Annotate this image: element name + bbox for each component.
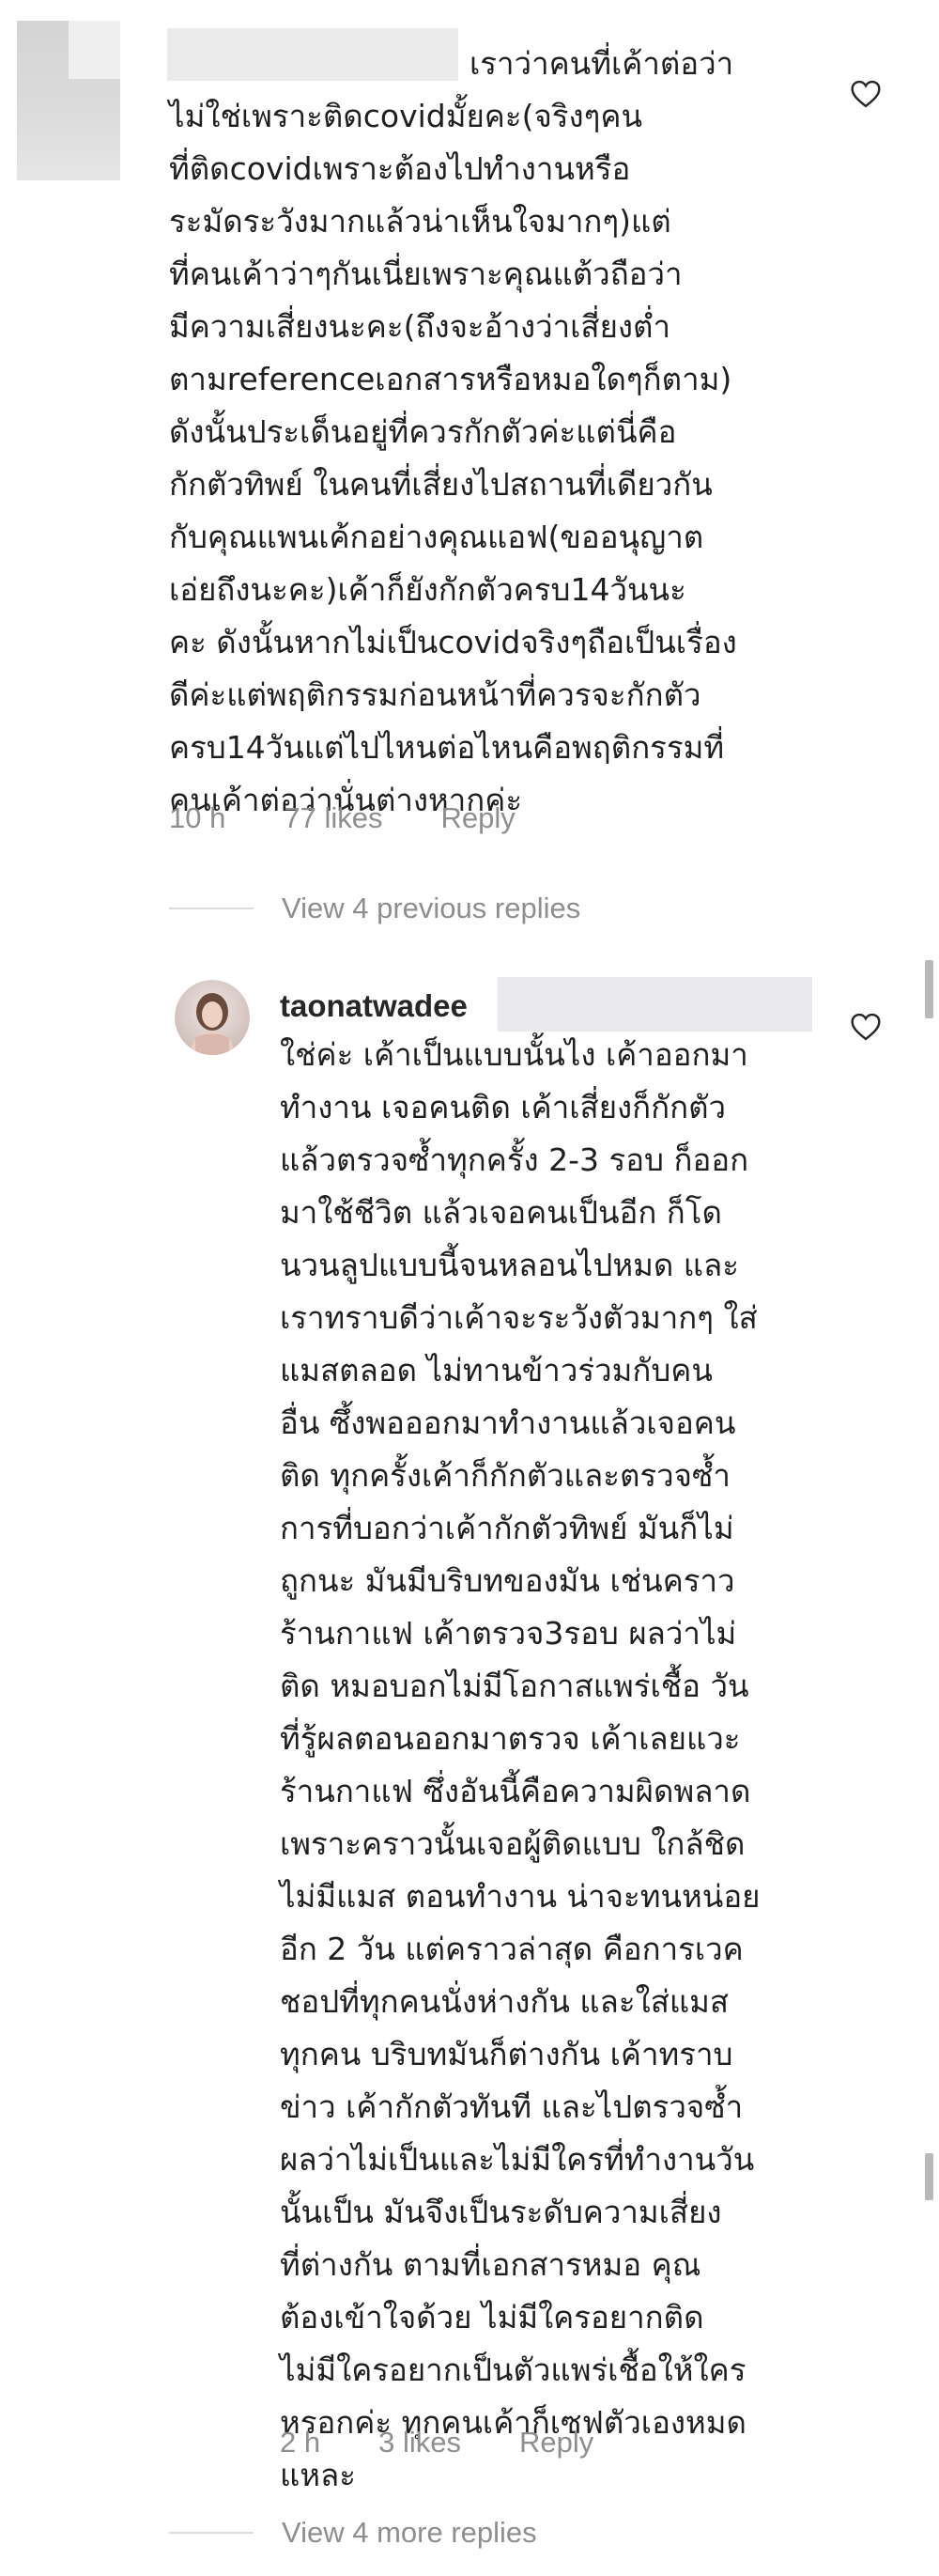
view-previous-replies-button[interactable]: View 4 previous replies bbox=[169, 892, 580, 925]
comment-line: กับคุณแพนเค้กอย่างคุณแอฟ(ขออนุญาต bbox=[169, 519, 704, 555]
divider-line bbox=[169, 908, 254, 909]
view-previous-replies-label: View 4 previous replies bbox=[282, 892, 581, 924]
comment-line: ถูกนะ มันมีบริบทของมัน เช่นคราว bbox=[280, 1562, 735, 1599]
comment-line: ร้านกาแฟ เค้าตรวจ3รอบ ผลว่าไม่ bbox=[280, 1615, 737, 1652]
comment-2-likes[interactable]: 3 likes bbox=[378, 2426, 461, 2460]
comment-line: ที่คนเค้าว่าๆกันเนี่ยเพราะคุณแต้วถือว่า bbox=[169, 256, 683, 292]
comment-line: ระมัดระวังมากแล้วน่าเห็นใจมากๆ)แต่ bbox=[169, 203, 671, 240]
comment-line: ทำงาน เจอคนติด เค้าเสี่ยงก็กักตัว bbox=[280, 1089, 727, 1125]
divider-line bbox=[169, 2532, 254, 2534]
comment-line: อื่น ซึ้งพอออกมาทำงานแล้วเจอคน bbox=[280, 1404, 736, 1441]
comment-1-likes[interactable]: 77 likes bbox=[284, 801, 382, 835]
comment-1-reply-button[interactable]: Reply bbox=[440, 801, 515, 835]
view-more-replies-label: View 4 more replies bbox=[282, 2516, 537, 2549]
comment-line: ที่ต่างกัน ตามที่เอกสารหมอ คุณ bbox=[280, 2246, 701, 2283]
scrollbar-thumb[interactable] bbox=[925, 960, 933, 1018]
comment-line: การที่บอกว่าเค้ากักตัวทิพย์ มันก็ไม่ bbox=[280, 1510, 734, 1546]
view-more-replies-button[interactable]: View 4 more replies bbox=[169, 2516, 537, 2550]
comment-line: ดังนั้นประเด็นอยู่ที่ควรกักตัวค่ะแต่นี่ค… bbox=[169, 413, 677, 450]
comment-line: มาใช้ชีวิต แล้วเจอคนเป็นอีก ก็โด bbox=[280, 1194, 722, 1231]
comment-line: แล้วตรวจซ้ำทุกครั้ง 2-3 รอบ ก็ออก bbox=[280, 1141, 749, 1178]
username-suffix-redacted bbox=[498, 977, 812, 1032]
comment-line: แมสตลอด ไม่ทานข้าวร่วมกับคน bbox=[280, 1352, 713, 1389]
comment-line: ข่าว เค้ากักตัวทันที และไปตรวจซ้ำ bbox=[280, 2088, 744, 2125]
comment-line: เราว่าคนที่เค้าต่อว่า bbox=[470, 45, 734, 82]
comment-line: นวนลูปแบบนี้จนหลอนไปหมด และ bbox=[280, 1247, 739, 1283]
comment-line: ไม่ใช่เพราะติดcovidมั้ยคะ(จริงๆคน bbox=[169, 98, 643, 134]
comment-2-time: 2 h bbox=[280, 2426, 321, 2459]
comment-line: อีก 2 วัน แต่คราวล่าสุด คือการเวค bbox=[280, 1931, 744, 1967]
comment-line: ติด ทุกครั้งเค้าก็กักตัวและตรวจซ้ำ bbox=[280, 1457, 731, 1494]
comment-1-text: เราว่าคนที่เค้าต่อว่าไม่ใช่เพราะติดcovid… bbox=[169, 38, 737, 827]
comment-line: คะ ดังนั้นหากไม่เป็นcovidจริงๆถือเป็นเรื… bbox=[169, 624, 737, 660]
comment-line: ที่ติดcovidเพราะต้องไปทำงานหรือ bbox=[169, 150, 631, 187]
comment-line: ตามreferenceเอกสารหรือหมอใดๆก็ตาม) bbox=[169, 361, 732, 397]
comment-line: ใช่ค่ะ เค้าเป็นแบบนั้นไง เค้าออกมา bbox=[280, 1036, 748, 1073]
comment-line: นั้นเป็น มันจึงเป็นระดับความเสี่ยง bbox=[280, 2194, 722, 2230]
comment-line: ต้องเข้าใจด้วย ไม่มีใครอยากติด bbox=[280, 2299, 704, 2335]
avatar-redacted[interactable] bbox=[17, 21, 120, 180]
comment-line: ดีค่ะแต่พฤติกรรมก่อนหน้าที่ควรจะกักตัว bbox=[169, 676, 701, 713]
comment-line: กักตัวทิพย์ ในคนที่เสี่ยงไปสถานที่เดียวก… bbox=[169, 466, 713, 503]
username[interactable]: taonatwadee bbox=[280, 980, 468, 1032]
comment-line: ไม่มีแมส ตอนทำงาน น่าจะทนหน่อย bbox=[280, 1878, 761, 1915]
comment-1-meta: 10 h 77 likes Reply bbox=[169, 801, 574, 835]
comment-line: ที่รู้ผลตอนออกมาตรวจ เค้าเลยแวะ bbox=[280, 1720, 741, 1757]
comment-line: เพราะคราวนั้นเจอผู้ติดแบบ ใกล้ชิด bbox=[280, 1825, 746, 1862]
comment-2-meta: 2 h 3 likes Reply bbox=[280, 2426, 652, 2460]
comment-line: ชอปที่ทุกคนนั่งห่างกัน และใส่แมส bbox=[280, 1983, 730, 2020]
comment-line: ทุกคน บริบทมันก็ต่างกัน เค้าทราบ bbox=[280, 2036, 733, 2072]
comment-line: ไม่มีใครอยากเป็นตัวแพร่เชื้อให้ใคร bbox=[280, 2351, 747, 2388]
avatar[interactable] bbox=[175, 980, 250, 1055]
heart-icon[interactable] bbox=[850, 1013, 882, 1041]
heart-icon[interactable] bbox=[850, 80, 882, 108]
comment-line: ผลว่าไม่เป็นและไม่มีใครที่ทำงานวัน bbox=[280, 2141, 755, 2178]
comment-line: ติด หมอบอกไม่มีโอกาสแพร่เชื้อ วัน bbox=[280, 1668, 749, 1704]
profile-photo-icon bbox=[175, 980, 250, 1055]
comment-2-text: ใช่ค่ะ เค้าเป็นแบบนั้นไง เค้าออกมาทำงาน … bbox=[280, 1029, 760, 2502]
comment-line: มีความเสี่ยงนะคะ(ถึงจะอ้างว่าเสี่ยงต่ำ bbox=[169, 308, 670, 345]
comment-line: เราทราบดีว่าเค้าจะระวังตัวมากๆ ใส่ bbox=[280, 1299, 758, 1336]
comment-1-time: 10 h bbox=[169, 801, 226, 834]
comment-line: เอ่ยถึงนะคะ)เค้าก็ยังกักตัวครบ14วันนะ bbox=[169, 571, 686, 608]
comment-2-reply-button[interactable]: Reply bbox=[519, 2426, 593, 2460]
comment-line: ร้านกาแฟ ซึ่งอันนี้คือความผิดพลาด bbox=[280, 1773, 751, 1809]
scrollbar-thumb[interactable] bbox=[925, 2153, 933, 2200]
comment-line: ครบ14วันแต่ไปไหนต่อไหนคือพฤติกรรมที่ bbox=[169, 729, 725, 766]
